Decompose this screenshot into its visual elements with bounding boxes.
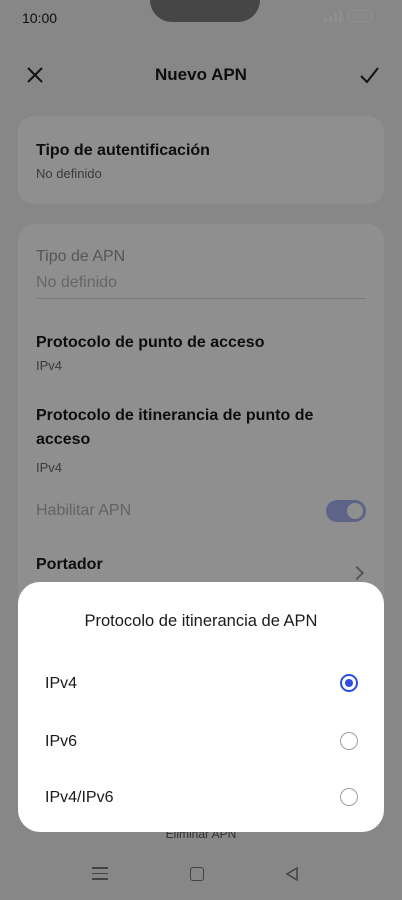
roaming-protocol-dialog: Protocolo de itinerancia de APN IPv4 IPv… xyxy=(18,582,384,832)
option-ipv4[interactable]: IPv4 xyxy=(18,658,384,712)
radio-unselected-icon[interactable] xyxy=(340,732,358,750)
screen: 10:00 100 Nuevo APN Tipo de autentificac… xyxy=(0,0,402,900)
option-ipv6[interactable]: IPv6 xyxy=(18,716,384,770)
radio-unselected-icon[interactable] xyxy=(340,788,358,806)
option-label: IPv4/IPv6 xyxy=(45,789,114,806)
dialog-title: Protocolo de itinerancia de APN xyxy=(84,612,318,630)
option-label: IPv4 xyxy=(45,675,78,692)
radio-selected-icon[interactable] xyxy=(340,674,358,692)
option-label: IPv6 xyxy=(45,733,78,750)
option-ipv4-ipv6[interactable]: IPv4/IPv6 xyxy=(18,772,384,826)
